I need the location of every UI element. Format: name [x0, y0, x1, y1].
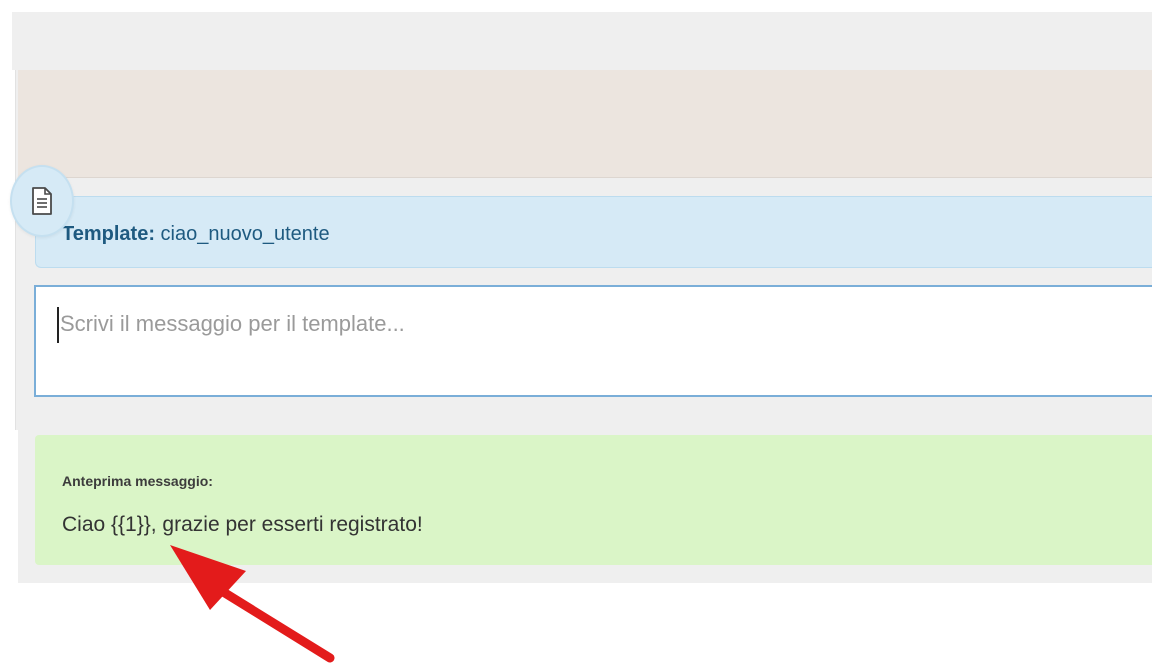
- template-title: Template: ciao_nuovo_utente: [62, 223, 330, 246]
- message-preview-box: Anteprima messaggio: Ciao {{1}}, grazie …: [35, 435, 1152, 565]
- top-bar: [12, 12, 1152, 70]
- preview-text: Ciao {{1}}, grazie per esserti registrat…: [62, 513, 423, 536]
- document-icon-svg: [32, 187, 52, 215]
- app-window: Template: ciao_nuovo_utente Anteprima me…: [0, 0, 1152, 670]
- template-label: Template:: [62, 223, 155, 245]
- text-caret: [57, 307, 59, 343]
- header-strip: [18, 70, 1152, 178]
- template-message-input[interactable]: [34, 285, 1152, 397]
- template-bar: Template: ciao_nuovo_utente: [35, 196, 1152, 268]
- template-name: ciao_nuovo_utente: [160, 223, 330, 245]
- preview-label: Anteprima messaggio:: [62, 473, 213, 489]
- document-icon: [10, 165, 74, 237]
